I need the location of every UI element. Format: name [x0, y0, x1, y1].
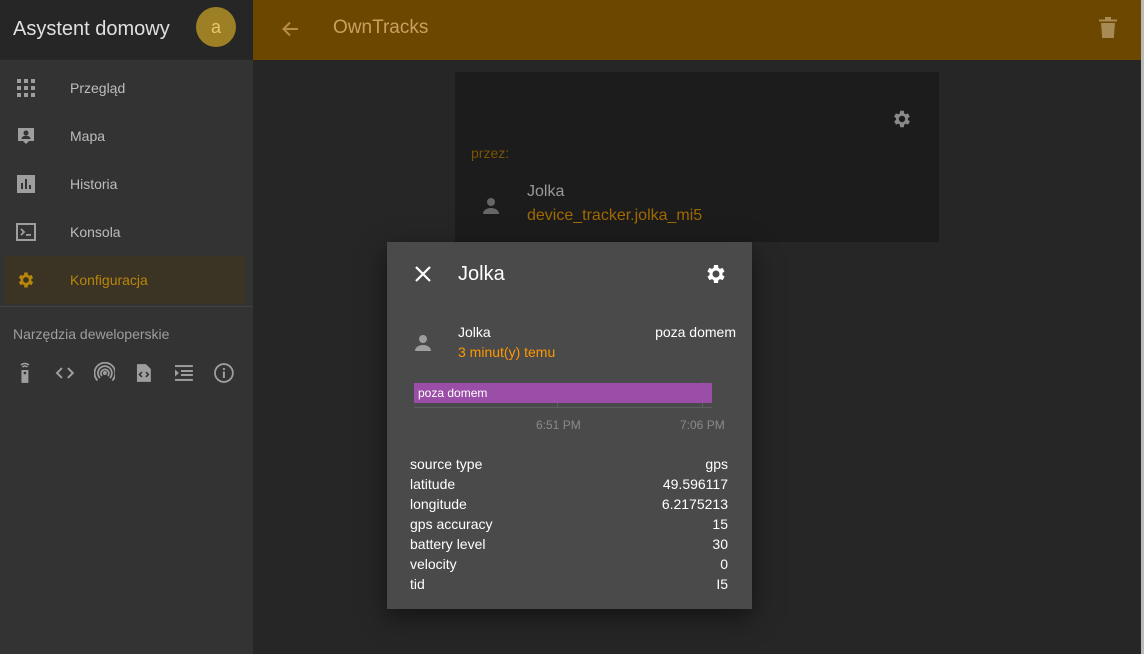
chart-box-icon [17, 175, 35, 193]
remote-icon[interactable] [14, 362, 36, 384]
timeline-axis [414, 407, 712, 408]
attribute-value: 30 [712, 536, 728, 552]
attribute-key: tid [410, 576, 425, 592]
entity-name: Jolka [458, 324, 491, 340]
timeline-bar-label: poza domem [418, 386, 488, 400]
sidebar-item-label: Konfiguracja [70, 272, 148, 288]
attribute-row: longitude 6.2175213 [410, 495, 728, 515]
attribute-row: gps accuracy 15 [410, 515, 728, 535]
sidebar-item-label: Przegląd [70, 80, 126, 96]
person-icon [483, 198, 499, 214]
attribute-key: battery level [410, 536, 486, 552]
developer-tools [0, 362, 253, 384]
sidebar-divider [0, 306, 253, 307]
attribute-key: gps accuracy [410, 516, 493, 532]
console-icon [16, 223, 36, 241]
code-icon[interactable] [54, 362, 76, 384]
attribute-key: source type [410, 456, 483, 472]
app-title: Asystent domowy [13, 18, 170, 40]
file-code-icon[interactable] [133, 362, 155, 384]
entity-id[interactable]: device_tracker.jolka_mi5 [527, 207, 702, 225]
sidebar-item-label: Historia [70, 176, 118, 192]
person-icon [415, 335, 431, 351]
sidebar-nav: Przegląd Mapa Historia Konsola Konfigura… [0, 60, 253, 304]
format-indent-icon[interactable] [173, 362, 195, 384]
gear-icon[interactable] [891, 108, 913, 130]
attribute-row: battery level 30 [410, 535, 728, 555]
timeline-tick-label: 7:06 PM [680, 418, 725, 432]
top-app-bar: OwnTracks [253, 0, 1141, 60]
apps-icon [17, 79, 35, 97]
history-timeline: poza domem 6:51 PM 7:06 PM [414, 382, 726, 438]
sidebar: Asystent domowy a Przegląd Mapa Historia… [0, 0, 253, 654]
map-account-icon [18, 128, 34, 144]
back-arrow-icon[interactable] [279, 18, 301, 40]
info-icon[interactable] [213, 362, 235, 384]
page-title: OwnTracks [333, 17, 429, 38]
sidebar-item-console[interactable]: Konsola [0, 208, 253, 256]
gear-icon[interactable] [704, 262, 728, 286]
attribute-key: latitude [410, 476, 456, 492]
integration-card: przez: Jolka device_tracker.jolka_mi5 [455, 72, 939, 242]
attribute-value: 15 [712, 516, 728, 532]
dialog-title: Jolka [458, 263, 505, 285]
user-avatar[interactable]: a [196, 7, 236, 47]
attribute-row: tid I5 [410, 575, 728, 595]
last-changed: 3 minut(y) temu [458, 344, 556, 360]
more-info-dialog: Jolka Jolka 3 minut(y) temu poza domem p… [387, 242, 752, 609]
entity-name[interactable]: Jolka [527, 183, 564, 201]
timeline-bar[interactable]: poza domem [414, 383, 712, 403]
attribute-value: 0 [720, 556, 728, 572]
access-point-icon[interactable] [93, 362, 116, 384]
attribute-row: latitude 49.596117 [410, 475, 728, 495]
timeline-tick-label: 6:51 PM [536, 418, 581, 432]
via-label: przez: [471, 145, 510, 161]
attribute-value: 49.596117 [662, 476, 728, 492]
sidebar-item-overview[interactable]: Przegląd [0, 64, 253, 112]
attributes-table: source type gps latitude 49.596117 longi… [410, 455, 728, 595]
sidebar-item-label: Konsola [70, 224, 121, 240]
trash-icon[interactable] [1099, 17, 1117, 39]
attribute-key: longitude [410, 496, 467, 512]
sidebar-item-label: Mapa [70, 128, 106, 144]
attribute-value: 6.2175213 [661, 496, 728, 512]
close-icon[interactable] [413, 264, 433, 284]
attribute-row: source type gps [410, 455, 728, 475]
developer-tools-title: Narzędzia deweloperskie [13, 326, 170, 342]
sidebar-item-history[interactable]: Historia [0, 160, 253, 208]
sidebar-item-configuration[interactable]: Konfiguracja [5, 256, 245, 304]
attribute-value: I5 [716, 576, 728, 592]
gear-icon [18, 272, 34, 288]
attribute-key: velocity [410, 556, 457, 572]
attribute-value: gps [705, 456, 728, 472]
attribute-row: velocity 0 [410, 555, 728, 575]
sidebar-item-map[interactable]: Mapa [0, 112, 253, 160]
entity-state: poza domem [655, 324, 736, 340]
